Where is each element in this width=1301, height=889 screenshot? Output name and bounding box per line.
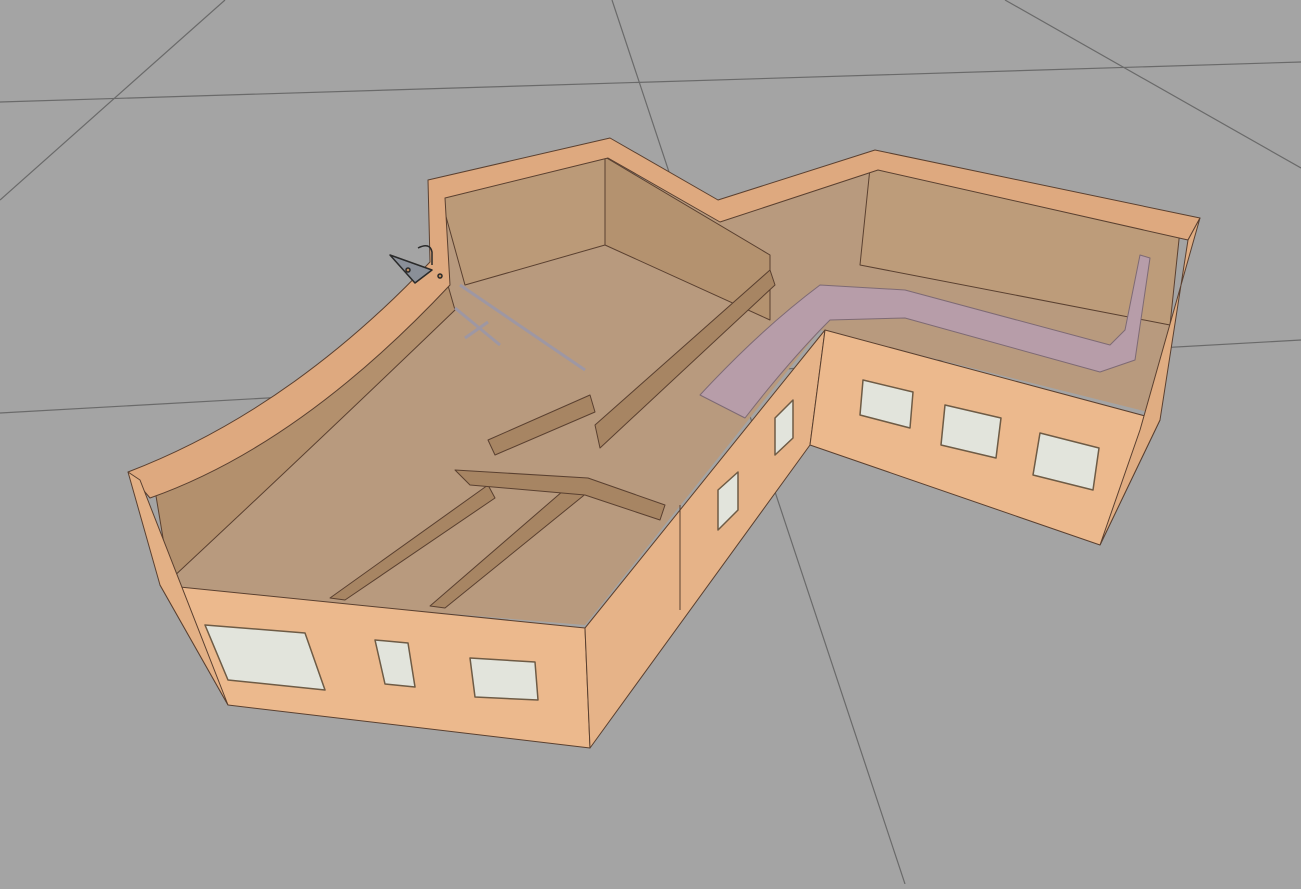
grid-line [1004,0,1301,169]
grid-line [0,61,1301,103]
grid-line [0,0,226,201]
window [469,657,539,701]
3d-viewport[interactable] [0,0,1301,885]
building-model[interactable] [127,137,1201,749]
